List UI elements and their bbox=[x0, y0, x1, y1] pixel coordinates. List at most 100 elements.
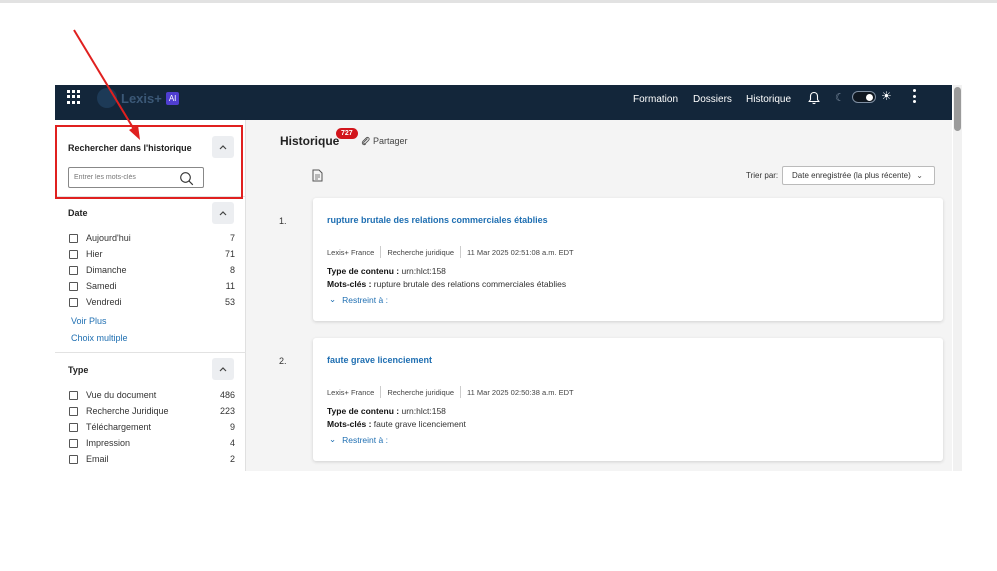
date-facet-item[interactable]: Samedi 11 bbox=[69, 280, 235, 292]
collapse-date-button[interactable] bbox=[212, 202, 234, 224]
content-type-line: Type de contenu : urn:hlct:158 bbox=[327, 266, 446, 276]
share-button[interactable]: Partager bbox=[361, 136, 408, 146]
checkbox[interactable] bbox=[69, 438, 78, 448]
keywords-label: Mots-clés : bbox=[327, 279, 372, 289]
sort-value: Date enregistrée (la plus récente) bbox=[792, 171, 911, 180]
content-type-label: Type de contenu : bbox=[327, 266, 400, 276]
nav-dossiers[interactable]: Dossiers bbox=[693, 87, 732, 112]
collapse-type-button[interactable] bbox=[212, 358, 234, 380]
result-meta: Lexis+ France Recherche juridique 11 Mar… bbox=[327, 386, 574, 398]
type-facet-item[interactable]: Impression 4 bbox=[69, 437, 235, 449]
checkbox[interactable] bbox=[69, 390, 78, 400]
meta-category: Recherche juridique bbox=[387, 387, 455, 397]
checkbox[interactable] bbox=[69, 265, 78, 275]
checkbox[interactable] bbox=[69, 454, 78, 464]
result-title-link[interactable]: faute grave licenciement bbox=[327, 355, 432, 365]
top-border bbox=[0, 0, 997, 3]
meta-source: Lexis+ France bbox=[327, 387, 375, 397]
share-label: Partager bbox=[373, 136, 408, 146]
facet-label: Email bbox=[86, 454, 109, 464]
facet-label: Téléchargement bbox=[86, 422, 152, 432]
scrollbar-thumb[interactable] bbox=[954, 87, 961, 131]
facet-count: 223 bbox=[219, 406, 235, 416]
restrict-label: Restreint à : bbox=[342, 294, 388, 305]
facet-count: 7 bbox=[229, 233, 235, 243]
date-facet-item[interactable]: Aujourd'hui 7 bbox=[69, 232, 235, 244]
facet-count: 9 bbox=[229, 422, 235, 432]
restrict-toggle[interactable]: ⌄ Restreint à : bbox=[329, 294, 388, 305]
checkbox[interactable] bbox=[69, 406, 78, 416]
bell-icon[interactable] bbox=[808, 91, 820, 105]
type-filter-title: Type bbox=[68, 365, 89, 375]
export-document-icon[interactable] bbox=[312, 169, 323, 182]
chevron-down-icon: ⌄ bbox=[916, 171, 923, 180]
type-facet-item[interactable]: Recherche Juridique 223 bbox=[69, 405, 235, 417]
sun-icon: ☀ bbox=[881, 89, 892, 103]
meta-timestamp: 11 Mar 2025 02:50:38 a.m. EDT bbox=[467, 387, 574, 397]
date-facet-item[interactable]: Hier 71 bbox=[69, 248, 235, 260]
nav-historique[interactable]: Historique bbox=[746, 87, 791, 112]
choix-multiple-link[interactable]: Choix multiple bbox=[71, 333, 128, 343]
keywords-value: faute grave licenciement bbox=[373, 419, 466, 429]
theme-toggle[interactable] bbox=[852, 91, 876, 103]
facet-count: 2 bbox=[229, 454, 235, 464]
content-type-value: urn:hlct:158 bbox=[401, 266, 446, 276]
facet-label: Vendredi bbox=[86, 297, 122, 307]
logo[interactable]: Lexis+ AI bbox=[97, 88, 180, 108]
toggle-knob bbox=[866, 94, 873, 101]
facet-count: 11 bbox=[225, 281, 235, 291]
result-number: 1. bbox=[279, 216, 287, 226]
checkbox[interactable] bbox=[69, 249, 78, 259]
facet-count: 8 bbox=[229, 265, 235, 275]
checkbox[interactable] bbox=[69, 297, 78, 307]
facet-label: Hier bbox=[86, 249, 103, 259]
facet-label: Aujourd'hui bbox=[86, 233, 131, 243]
keywords-value: rupture brutale des relations commercial… bbox=[373, 279, 567, 289]
checkbox[interactable] bbox=[69, 422, 78, 432]
date-facet-item[interactable]: Dimanche 8 bbox=[69, 264, 235, 276]
meta-separator bbox=[380, 386, 382, 398]
sort-label: Trier par: bbox=[746, 171, 779, 180]
meta-timestamp: 11 Mar 2025 02:51:08 a.m. EDT bbox=[467, 247, 574, 257]
apps-grid-icon[interactable] bbox=[67, 90, 81, 104]
result-number: 2. bbox=[279, 356, 287, 366]
restrict-toggle[interactable]: ⌄ Restreint à : bbox=[329, 434, 388, 445]
chevron-down-icon: ⌄ bbox=[329, 294, 337, 304]
content-type-line: Type de contenu : urn:hlct:158 bbox=[327, 406, 446, 416]
history-count-badge: 727 bbox=[336, 128, 358, 139]
checkbox[interactable] bbox=[69, 281, 78, 291]
keywords-line: Mots-clés : faute grave licenciement bbox=[327, 419, 466, 429]
facet-count: 71 bbox=[224, 249, 235, 259]
page-title: Historique bbox=[280, 134, 340, 148]
date-facet-item[interactable]: Vendredi 53 bbox=[69, 296, 235, 308]
type-facet-item[interactable]: Téléchargement 9 bbox=[69, 421, 235, 433]
keywords-line: Mots-clés : rupture brutale des relation… bbox=[327, 279, 566, 289]
date-filter-title: Date bbox=[68, 208, 88, 218]
facet-count: 53 bbox=[224, 297, 235, 307]
chevron-up-icon bbox=[219, 211, 227, 216]
divider bbox=[55, 352, 246, 353]
logo-mark-icon bbox=[97, 88, 117, 108]
facet-label: Impression bbox=[86, 438, 131, 448]
type-facet-item[interactable]: Email 2 bbox=[69, 453, 235, 465]
facet-label: Recherche Juridique bbox=[86, 406, 169, 416]
top-header: Lexis+ AI Formation Dossiers Historique … bbox=[55, 85, 952, 120]
voir-plus-link[interactable]: Voir Plus bbox=[71, 316, 107, 326]
more-menu-icon[interactable] bbox=[913, 89, 917, 103]
content-type-label: Type de contenu : bbox=[327, 406, 400, 416]
result-card: faute grave licenciement Lexis+ France R… bbox=[313, 338, 943, 461]
facet-count: 486 bbox=[219, 390, 235, 400]
meta-separator bbox=[460, 386, 462, 398]
page-scrollbar[interactable] bbox=[953, 85, 962, 471]
facet-label: Dimanche bbox=[86, 265, 127, 275]
logo-ai-badge: AI bbox=[165, 91, 180, 105]
result-title-link[interactable]: rupture brutale des relations commercial… bbox=[327, 215, 548, 225]
facet-count: 4 bbox=[229, 438, 235, 448]
chevron-up-icon bbox=[219, 367, 227, 372]
sort-select[interactable]: Date enregistrée (la plus récente) ⌄ bbox=[782, 166, 935, 185]
nav-formation[interactable]: Formation bbox=[633, 87, 678, 112]
checkbox[interactable] bbox=[69, 233, 78, 243]
type-facet-item[interactable]: Vue du document 486 bbox=[69, 389, 235, 401]
facet-label: Vue du document bbox=[86, 390, 157, 400]
paperclip-icon bbox=[361, 136, 370, 146]
